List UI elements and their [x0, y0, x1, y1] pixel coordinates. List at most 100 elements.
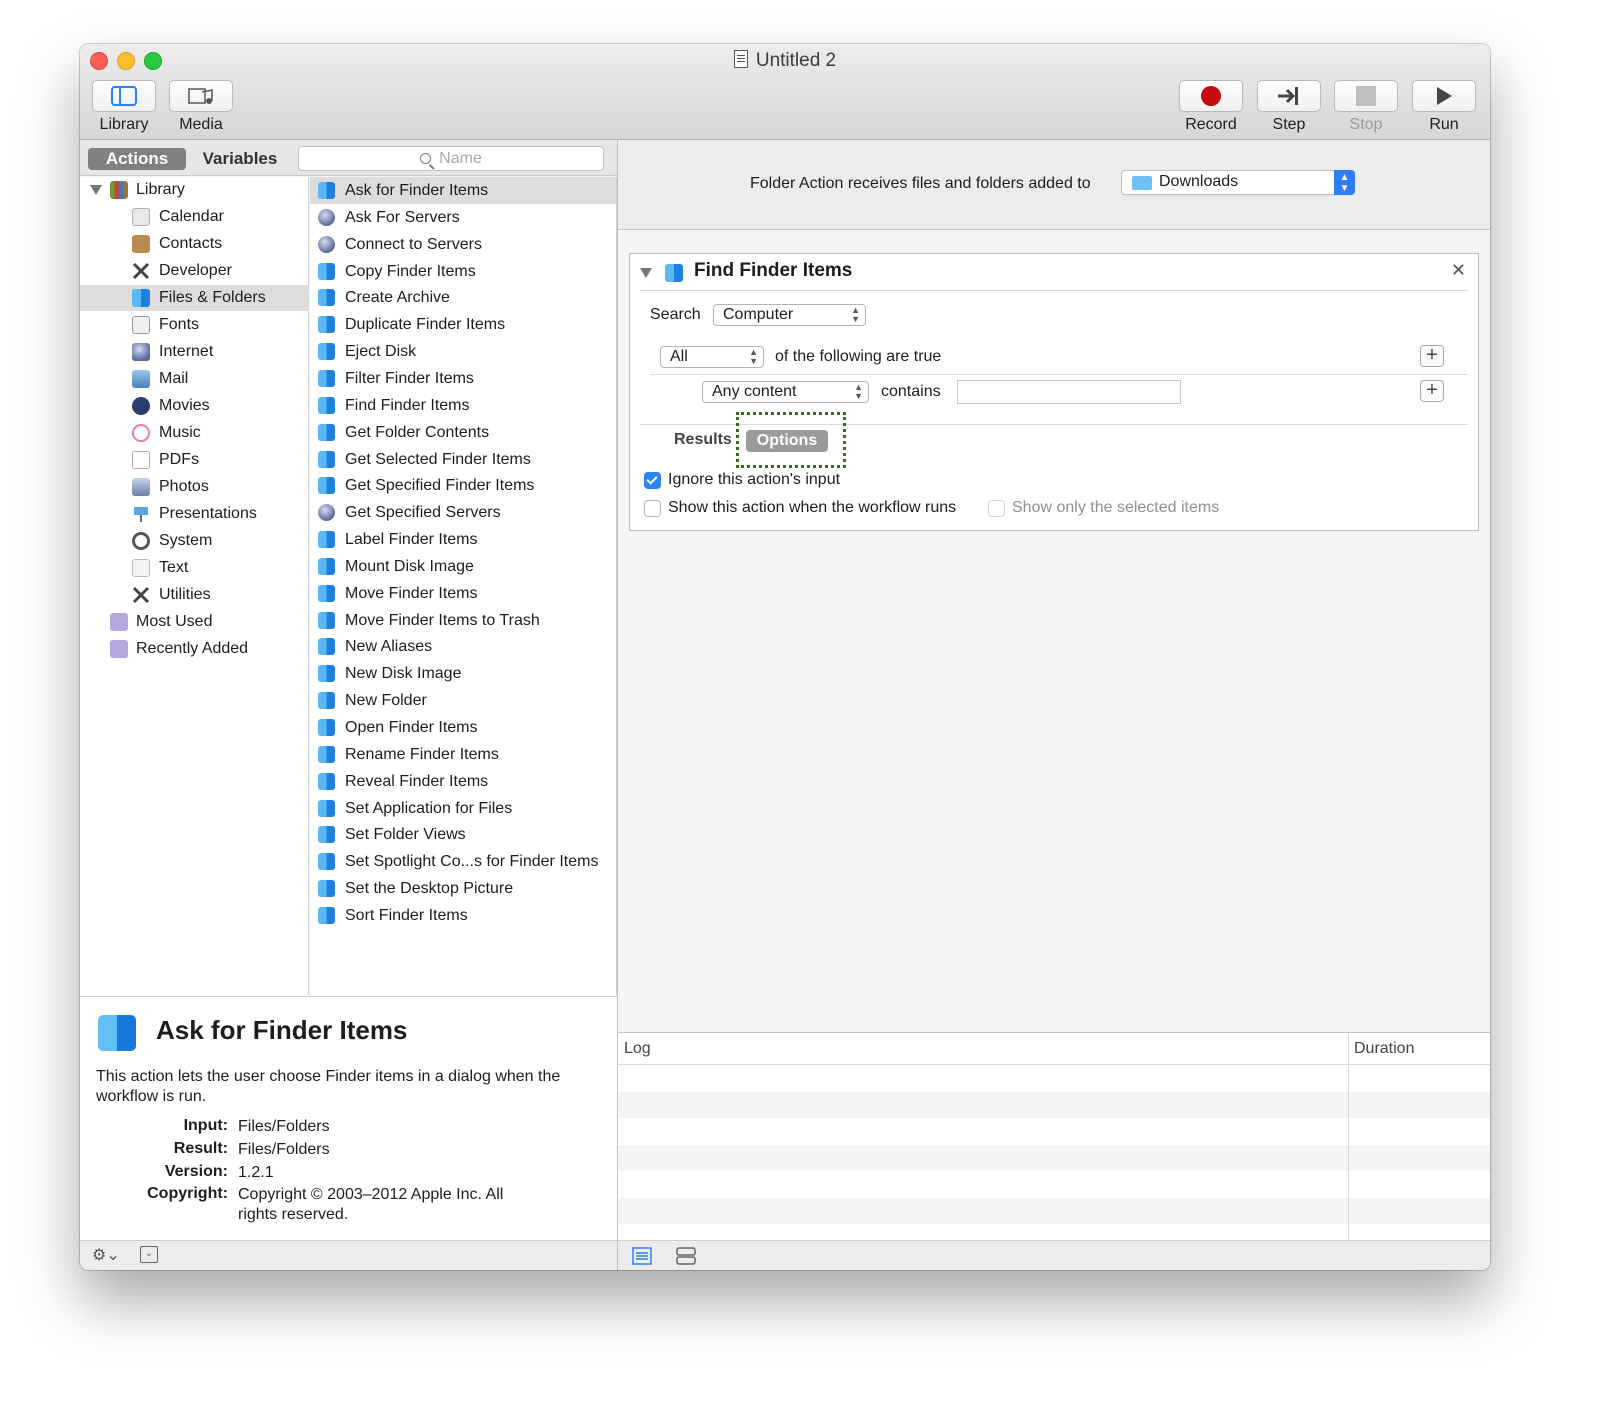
tree-item-text[interactable]: Text — [80, 555, 309, 581]
tab-variables[interactable]: Variables — [192, 148, 288, 170]
column-divider[interactable] — [1348, 1033, 1349, 1241]
action-item[interactable]: Mount Disk Image — [310, 553, 616, 580]
action-item[interactable]: Ask For Servers — [310, 204, 616, 231]
action-item[interactable]: Eject Disk — [310, 338, 616, 365]
pdfs-icon — [132, 451, 150, 469]
action-item-label: Set Application for Files — [345, 799, 513, 817]
media-button[interactable]: Media — [169, 80, 233, 134]
tree-item-recently-added[interactable]: Recently Added — [80, 636, 309, 662]
run-button[interactable]: Run — [1412, 80, 1476, 134]
tree-item-label: Fonts — [159, 316, 200, 333]
action-item[interactable]: Reveal Finder Items — [310, 768, 616, 795]
action-item[interactable]: New Folder — [310, 687, 616, 714]
action-item[interactable]: Sort Finder Items — [310, 902, 616, 929]
variables-view-icon[interactable] — [676, 1247, 696, 1265]
action-item[interactable]: Get Specified Finder Items — [310, 472, 616, 499]
action-item[interactable]: Set Application for Files — [310, 795, 616, 822]
tree-item-label: Text — [159, 559, 189, 576]
show-selected-checkbox[interactable] — [988, 500, 1005, 517]
action-item[interactable]: Move Finder Items — [310, 580, 616, 607]
finder-icon — [318, 450, 335, 468]
tree-item-fonts[interactable]: Fonts — [80, 312, 309, 338]
tree-item-system[interactable]: System — [80, 528, 309, 554]
folder-popup[interactable]: Downloads ▲ ▼ — [1121, 170, 1355, 195]
library-tree: Library Calendar Contacts Developer File… — [80, 177, 309, 995]
tree-item-internet[interactable]: Internet — [80, 339, 309, 365]
action-item[interactable]: Move Finder Items to Trash — [310, 607, 616, 634]
list-view-icon[interactable] — [632, 1247, 652, 1265]
library-footer: ⚙⌄ ⌄ — [80, 1240, 617, 1270]
action-item[interactable]: Duplicate Finder Items — [310, 311, 616, 338]
tree-item-pdfs[interactable]: PDFs — [80, 447, 309, 473]
updown-arrows-icon: ▲ ▼ — [854, 382, 863, 401]
library-books-icon — [110, 181, 128, 199]
action-item[interactable]: Get Folder Contents — [310, 419, 616, 446]
tree-item-music[interactable]: Music — [80, 420, 309, 446]
tree-item-mail[interactable]: Mail — [80, 366, 309, 392]
action-item[interactable]: New Aliases — [310, 633, 616, 660]
action-item-label: Filter Finder Items — [345, 369, 474, 387]
action-item[interactable]: Find Finder Items — [310, 392, 616, 419]
tree-item-most-used[interactable]: Most Used — [80, 609, 309, 635]
step-button[interactable]: Step — [1257, 80, 1321, 134]
tree-item-presentations[interactable]: Presentations — [80, 501, 309, 527]
log-footer — [618, 1240, 1490, 1270]
run-button-label: Run — [1429, 116, 1459, 133]
action-item[interactable]: Ask for Finder Items — [310, 177, 616, 204]
tab-results[interactable]: Results — [674, 431, 732, 449]
tab-actions[interactable]: Actions — [88, 148, 186, 170]
action-item[interactable]: Set Spotlight Co...s for Finder Items — [310, 848, 616, 875]
record-button[interactable]: Record — [1179, 80, 1243, 134]
finder-icon — [318, 772, 335, 790]
criterion-value-field[interactable] — [957, 380, 1181, 404]
gear-menu-icon[interactable]: ⚙⌄ — [92, 1245, 120, 1265]
library-header: Actions Variables Name — [80, 140, 617, 176]
ignore-input-label: Ignore this action's input — [668, 471, 841, 488]
tree-item-library[interactable]: Library — [80, 177, 309, 203]
contacts-icon — [132, 235, 150, 253]
library-search-input[interactable]: Name — [298, 146, 604, 171]
criterion-field-popup[interactable]: Any content ▲ ▼ — [702, 381, 869, 403]
action-item[interactable]: Rename Finder Items — [310, 741, 616, 768]
duration-column-header[interactable]: Duration — [1354, 1040, 1414, 1058]
add-criterion-group-button[interactable]: + — [1420, 345, 1444, 367]
description-text: This action lets the user choose Finder … — [96, 1068, 561, 1105]
tree-item-files-folders[interactable]: Files & Folders — [80, 285, 309, 311]
search-scope-popup[interactable]: Computer ▲ ▼ — [713, 304, 866, 326]
show-action-checkbox[interactable] — [644, 500, 661, 517]
action-item[interactable]: Get Selected Finder Items — [310, 446, 616, 473]
tree-item-photos[interactable]: Photos — [80, 474, 309, 500]
tree-item-movies[interactable]: Movies — [80, 393, 309, 419]
collapse-triangle-icon[interactable] — [640, 268, 652, 278]
action-item[interactable]: Set Folder Views — [310, 821, 616, 848]
finder-icon — [318, 745, 335, 763]
library-button[interactable]: Library — [92, 80, 156, 134]
description-toggle-icon[interactable]: ⌄ — [140, 1246, 158, 1263]
tree-item-calendar[interactable]: Calendar — [80, 204, 309, 230]
action-item[interactable]: Set the Desktop Picture — [310, 875, 616, 902]
action-item[interactable]: Filter Finder Items — [310, 365, 616, 392]
tree-item-utilities[interactable]: Utilities — [80, 582, 309, 608]
match-mode-popup[interactable]: All ▲ ▼ — [660, 346, 764, 368]
action-item[interactable]: Get Specified Servers — [310, 499, 616, 526]
ignore-input-checkbox[interactable] — [644, 472, 661, 489]
action-item[interactable]: Copy Finder Items — [310, 258, 616, 285]
close-icon[interactable]: ✕ — [1451, 260, 1466, 281]
add-criterion-button[interactable]: + — [1420, 380, 1444, 402]
action-item[interactable]: New Disk Image — [310, 660, 616, 687]
action-item[interactable]: Open Finder Items — [310, 714, 616, 741]
stop-button[interactable]: Stop — [1334, 80, 1398, 134]
action-item-label: Connect to Servers — [345, 235, 482, 253]
action-item-label: Set Folder Views — [345, 826, 466, 844]
tab-options[interactable]: Options — [746, 430, 828, 452]
utilities-icon — [132, 586, 150, 604]
action-item[interactable]: Label Finder Items — [310, 526, 616, 553]
tree-item-developer[interactable]: Developer — [80, 258, 309, 284]
tree-item-contacts[interactable]: Contacts — [80, 231, 309, 257]
action-item[interactable]: Create Archive — [310, 284, 616, 311]
log-column-header[interactable]: Log — [624, 1040, 651, 1058]
disclosure-triangle-icon[interactable] — [90, 185, 102, 195]
search-scope-value: Computer — [723, 306, 794, 323]
action-item[interactable]: Connect to Servers — [310, 231, 616, 258]
action-item-label: Find Finder Items — [345, 396, 470, 414]
